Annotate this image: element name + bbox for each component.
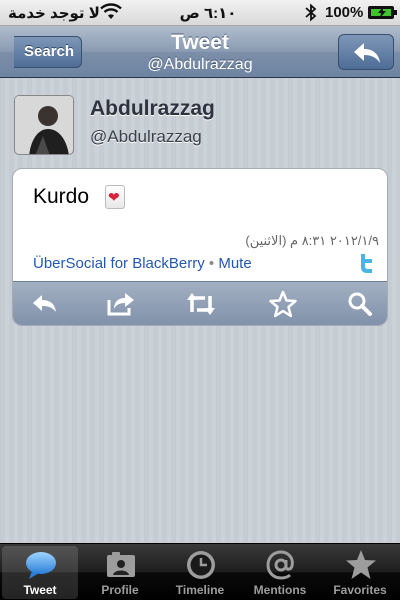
- clock: ٦:١٠ ص: [179, 5, 237, 22]
- tweet-action-bar: [13, 281, 387, 325]
- tab-label: Favorites: [333, 583, 387, 597]
- page-title: Tweet: [171, 31, 229, 54]
- tab-timeline[interactable]: Timeline: [162, 546, 238, 599]
- tab-label: Mentions: [253, 583, 307, 597]
- speech-bubble-icon: [26, 552, 56, 579]
- tweet-timestamp: ٢٠١٢/١/٩ ٨:٣١ م (الاثنين): [245, 233, 379, 248]
- tweet-meta: ÜberSocial for BlackBerry • Mute: [33, 255, 252, 272]
- clock-icon: [187, 551, 215, 579]
- tab-tweet[interactable]: Tweet: [2, 546, 78, 599]
- navigation-bar: Search Tweet @Abdulrazzag: [0, 26, 400, 78]
- reply-arrow-icon: [354, 43, 380, 63]
- client-link[interactable]: ÜberSocial for BlackBerry: [33, 255, 205, 272]
- tweet-text: Kurdo: [33, 185, 90, 208]
- wifi-icon: [100, 3, 122, 19]
- tab-mentions[interactable]: Mentions: [242, 546, 318, 599]
- tweet-detail-view: Abdulrazzag @Abdulrazzag Kurdo ❤ ٢٠١٢/١/…: [0, 79, 400, 543]
- star-icon: [346, 550, 376, 579]
- tab-favorites[interactable]: Favorites: [322, 546, 398, 599]
- user-handle[interactable]: @Abdulrazzag: [90, 127, 202, 147]
- search-icon[interactable]: [345, 290, 375, 318]
- tweet-card: Kurdo ❤ ٢٠١٢/١/٩ ٨:٣١ م (الاثنين) ÜberSo…: [12, 168, 388, 326]
- avatar[interactable]: [14, 95, 74, 155]
- tab-bar: Tweet Profile Timeline Mentions Favorite…: [0, 543, 400, 600]
- twitter-bird-icon: [355, 251, 379, 275]
- mute-link[interactable]: Mute: [218, 255, 251, 272]
- carrier-label: لا توجد خدمة: [8, 5, 100, 22]
- back-button-label: Search: [24, 43, 75, 60]
- tab-label: Profile: [101, 583, 139, 597]
- favorite-star-icon[interactable]: [268, 290, 298, 318]
- meta-separator: •: [208, 255, 215, 272]
- user-display-name[interactable]: Abdulrazzag: [90, 97, 215, 121]
- bluetooth-icon: [305, 3, 317, 22]
- heart-emoji-icon: ❤: [105, 185, 125, 209]
- battery-icon: [368, 6, 397, 19]
- page-subtitle: @Abdulrazzag: [147, 56, 253, 73]
- retweet-icon[interactable]: [186, 290, 216, 318]
- share-icon[interactable]: [106, 290, 136, 318]
- profile-card-icon: [107, 552, 135, 577]
- status-bar: لا توجد خدمة ٦:١٠ ص 100%: [0, 0, 400, 26]
- reply-button[interactable]: [338, 34, 394, 70]
- at-sign-icon: [266, 550, 294, 580]
- tab-label: Tweet: [23, 583, 57, 597]
- tab-label: Timeline: [175, 583, 225, 597]
- back-search-button[interactable]: Search: [14, 36, 82, 68]
- battery-percent: 100%: [325, 4, 364, 21]
- tab-profile[interactable]: Profile: [82, 546, 158, 599]
- reply-icon[interactable]: [30, 290, 60, 318]
